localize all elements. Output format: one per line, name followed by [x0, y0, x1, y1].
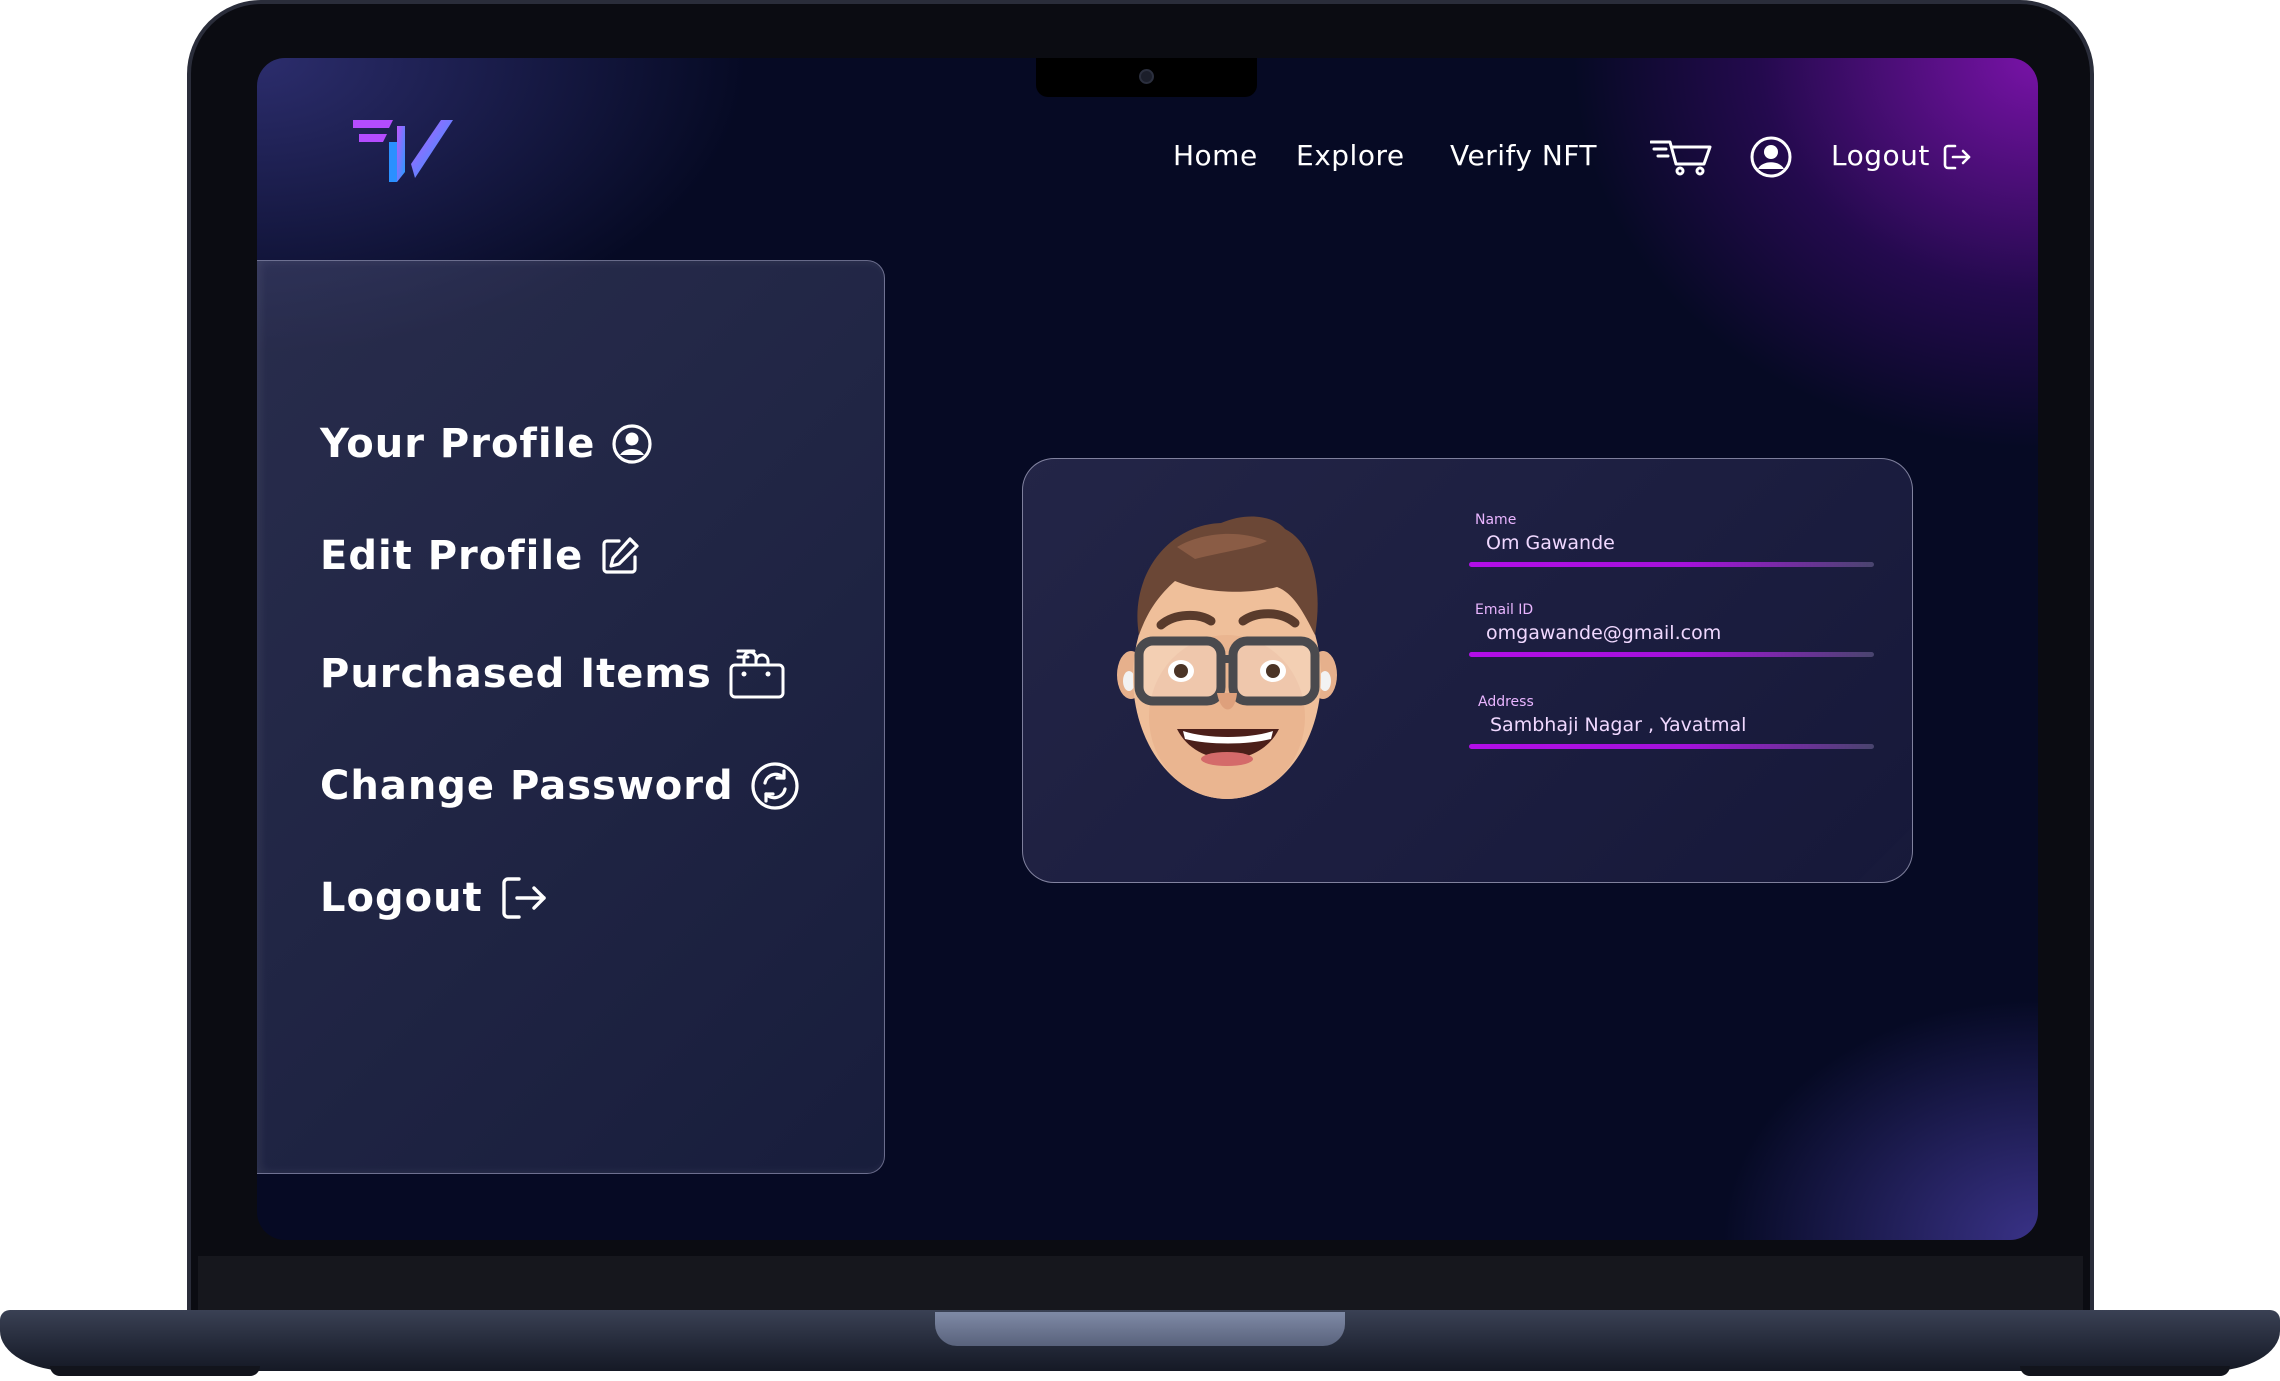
logout-icon[interactable] [1942, 143, 1972, 171]
sidebar-item-logout[interactable]: Logout [320, 875, 549, 921]
sidebar-item-label: Edit Profile [320, 533, 584, 579]
cart-icon[interactable] [1650, 138, 1712, 176]
nav-home-link[interactable]: Home [1173, 136, 1258, 176]
screen: Home Explore Verify NFT Logout Your Prof… [257, 58, 2038, 1240]
field-underline [1469, 744, 1874, 749]
sidebar-item-label: Your Profile [320, 421, 596, 467]
shopping-bag-icon [729, 649, 785, 699]
name-value: Om Gawande [1486, 532, 1615, 554]
email-field: Email ID omgawande@gmail.com [1469, 601, 1874, 657]
sidebar-item-label: Change Password [320, 763, 734, 809]
logout-icon [501, 877, 546, 919]
address-value: Sambhaji Nagar , Yavatmal [1490, 714, 1747, 736]
user-circle-icon[interactable] [1750, 136, 1792, 178]
sidebar-item-purchased-items[interactable]: Purchased Items [320, 647, 786, 701]
memoji-avatar [1117, 516, 1337, 799]
email-label: Email ID [1475, 602, 1534, 618]
sidebar-item-label: Purchased Items [320, 651, 712, 697]
sidebar-item-your-profile[interactable]: Your Profile [320, 421, 653, 467]
field-underline [1469, 652, 1874, 657]
camera-notch [1036, 58, 1257, 97]
refresh-icon [751, 762, 799, 810]
address-field: Address Sambhaji Nagar , Yavatmal [1469, 693, 1874, 749]
sidebar-item-edit-profile[interactable]: Edit Profile [320, 533, 641, 579]
laptop-hinge-notch [935, 1312, 1345, 1346]
name-label: Name [1475, 512, 1517, 528]
name-field: Name Om Gawande [1469, 511, 1874, 567]
field-underline [1469, 562, 1874, 567]
nav-logout-link[interactable]: Logout [1831, 136, 1930, 176]
laptop-foot-left [50, 1366, 260, 1376]
navbar: Home Explore Verify NFT Logout [257, 136, 2038, 178]
laptop-bezel [198, 1256, 2083, 1312]
nav-verify-nft-link[interactable]: Verify NFT [1450, 136, 1597, 176]
sidebar-item-change-password[interactable]: Change Password [320, 761, 800, 811]
laptop-foot-right [2020, 1366, 2230, 1376]
camera-icon [1139, 69, 1154, 84]
edit-icon [602, 537, 639, 574]
profile-sidebar: Your Profile Edit Profile Purchased Item… [257, 260, 885, 1174]
profile-card: Name Om Gawande Email ID omgawande@gmail… [1022, 458, 1913, 883]
nav-explore-link[interactable]: Explore [1296, 136, 1405, 176]
user-circle-icon [612, 424, 652, 464]
email-value: omgawande@gmail.com [1486, 622, 1722, 644]
address-label: Address [1478, 694, 1534, 710]
sidebar-item-label: Logout [320, 875, 483, 921]
